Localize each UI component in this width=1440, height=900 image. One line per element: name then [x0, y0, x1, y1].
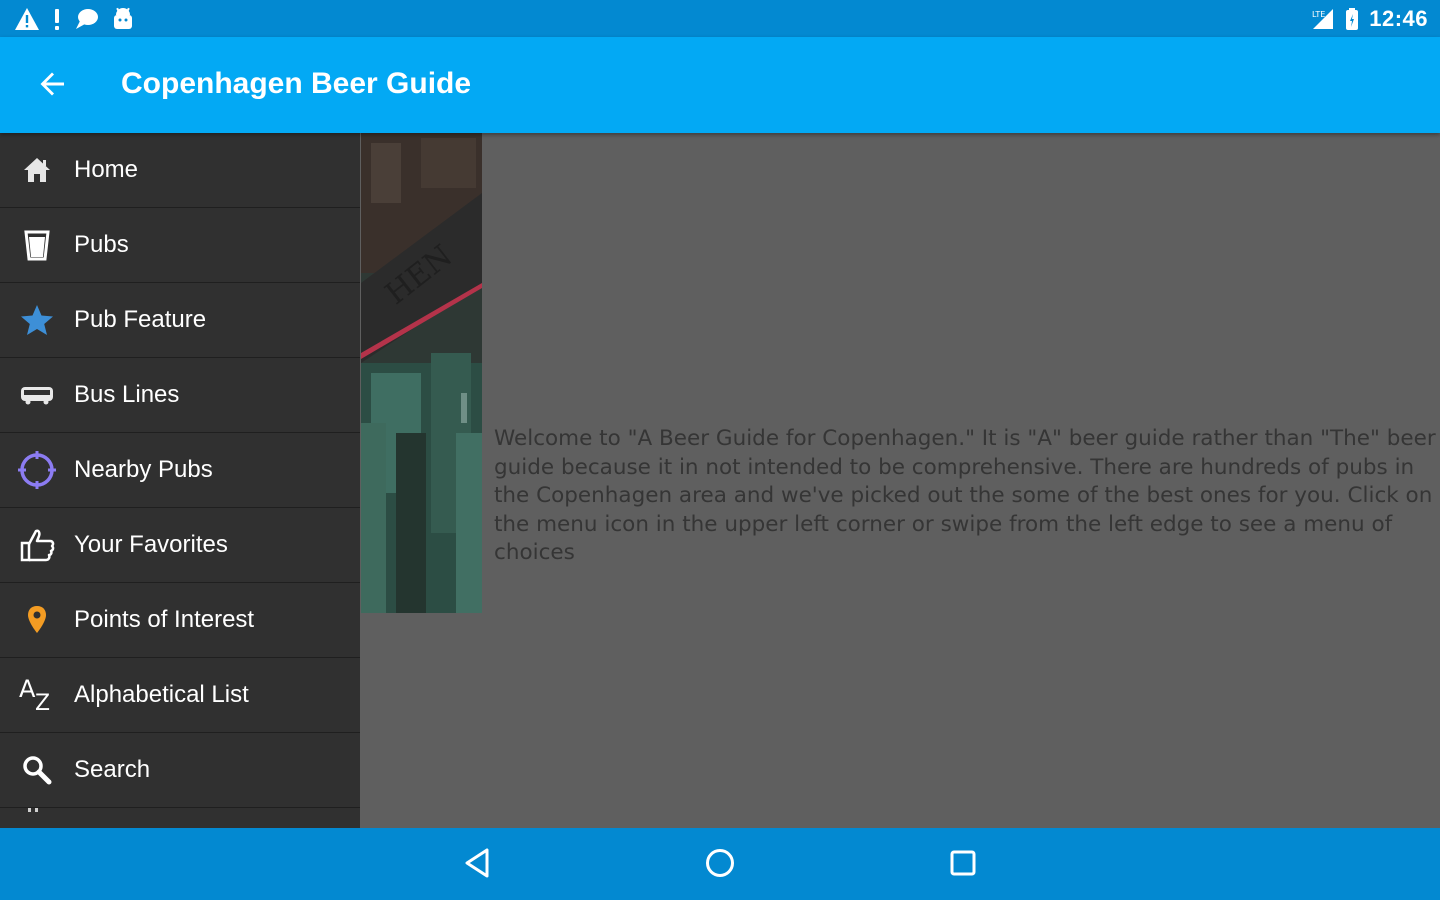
svg-text:Z: Z	[35, 691, 50, 713]
back-nav-icon	[463, 847, 493, 883]
system-navigation-bar	[0, 828, 1440, 900]
drawer-item-pubs[interactable]: Pubs	[0, 208, 360, 283]
search-icon	[18, 751, 56, 789]
signal-icon: LTE	[1309, 7, 1335, 31]
drawer-item-home[interactable]: Home	[0, 133, 360, 208]
drawer-item-bus-lines[interactable]: Bus Lines	[0, 358, 360, 433]
pint-glass-icon	[18, 226, 56, 264]
drawer-item-label: Pubs	[74, 231, 129, 258]
map-pin-icon	[18, 601, 56, 639]
navigation-drawer: Home Pubs Pub Feature Bus Lines Nearby P…	[0, 133, 360, 828]
chat-icon	[74, 7, 100, 31]
drawer-item-label: Alphabetical List	[74, 681, 249, 708]
battery-icon	[1345, 7, 1359, 31]
notification-icons	[14, 6, 134, 32]
drawer-item-label: Bus Lines	[74, 381, 180, 408]
nav-home-button[interactable]	[697, 842, 743, 888]
page-title: Copenhagen Beer Guide	[121, 67, 472, 100]
warning-icon	[14, 7, 40, 31]
home-nav-icon	[704, 847, 736, 883]
drawer-item-search[interactable]: Search	[0, 733, 360, 808]
status-bar: LTE 12:46	[0, 0, 1440, 37]
drawer-item-label: Points of Interest	[74, 606, 255, 633]
bus-icon	[18, 376, 56, 414]
drawer-more-items[interactable]	[0, 808, 360, 828]
drawer-item-nearby-pubs[interactable]: Nearby Pubs	[0, 433, 360, 508]
drawer-item-alphabetical-list[interactable]: AZ Alphabetical List	[0, 658, 360, 733]
back-button[interactable]	[30, 63, 76, 109]
drawer-item-label: Home	[74, 156, 139, 183]
pub-photo: HEN	[361, 133, 482, 613]
app-bar: Copenhagen Beer Guide	[0, 37, 1440, 133]
drawer-item-points-of-interest[interactable]: Points of Interest	[0, 583, 360, 658]
nav-back-button[interactable]	[455, 842, 501, 888]
drawer-item-label: Search	[74, 756, 151, 783]
welcome-text: Welcome to "A Beer Guide for Copenhagen.…	[494, 426, 1436, 565]
a-z-icon: AZ	[18, 676, 56, 714]
drawer-item-label: Your Favorites	[74, 531, 228, 558]
system-icons: LTE 12:46	[1309, 5, 1428, 33]
drawer-item-label: Pub Feature	[74, 306, 207, 333]
svg-text:LTE: LTE	[1312, 10, 1325, 19]
android-icon	[112, 7, 134, 31]
thumbs-up-icon	[18, 526, 56, 564]
drawer-item-label: Nearby Pubs	[74, 456, 213, 483]
home-icon	[18, 151, 56, 189]
clock: 12:46	[1369, 6, 1428, 31]
recents-nav-icon	[948, 848, 978, 882]
arrow-back-icon	[38, 69, 68, 103]
alert-icon	[52, 7, 62, 31]
location-target-icon	[18, 451, 56, 489]
star-icon	[18, 301, 56, 339]
nav-recents-button[interactable]	[940, 842, 986, 888]
drawer-item-your-favorites[interactable]: Your Favorites	[0, 508, 360, 583]
svg-text:A: A	[19, 677, 36, 703]
drawer-item-pub-feature[interactable]: Pub Feature	[0, 283, 360, 358]
